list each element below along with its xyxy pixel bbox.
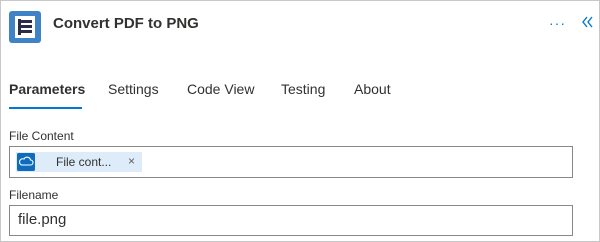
tab-testing[interactable]: Testing xyxy=(281,81,325,97)
cloud-icon xyxy=(17,153,35,171)
tab-code-view[interactable]: Code View xyxy=(187,81,254,97)
tab-parameters[interactable]: Parameters xyxy=(9,81,85,97)
action-card: Convert PDF to PNG ··· Parameters Settin… xyxy=(0,0,600,242)
token-label: File cont... xyxy=(56,155,112,169)
file-content-field[interactable]: File cont... × xyxy=(9,146,573,178)
card-title: Convert PDF to PNG xyxy=(53,15,199,32)
tab-settings[interactable]: Settings xyxy=(108,81,159,97)
active-tab-indicator xyxy=(9,107,82,109)
filename-input[interactable]: file.png xyxy=(9,205,573,236)
filename-value: file.png xyxy=(18,211,67,228)
tab-about[interactable]: About xyxy=(354,81,391,97)
more-options-icon[interactable]: ··· xyxy=(549,15,566,31)
remove-token-icon[interactable]: × xyxy=(128,154,135,168)
chevrons-left-icon[interactable] xyxy=(581,15,595,29)
dynamic-content-token[interactable]: File cont... × xyxy=(16,152,142,172)
document-app-icon xyxy=(9,11,41,43)
filename-label: Filename xyxy=(9,188,59,202)
card-header: Convert PDF to PNG ··· xyxy=(1,1,599,51)
file-content-label: File Content xyxy=(9,129,74,143)
